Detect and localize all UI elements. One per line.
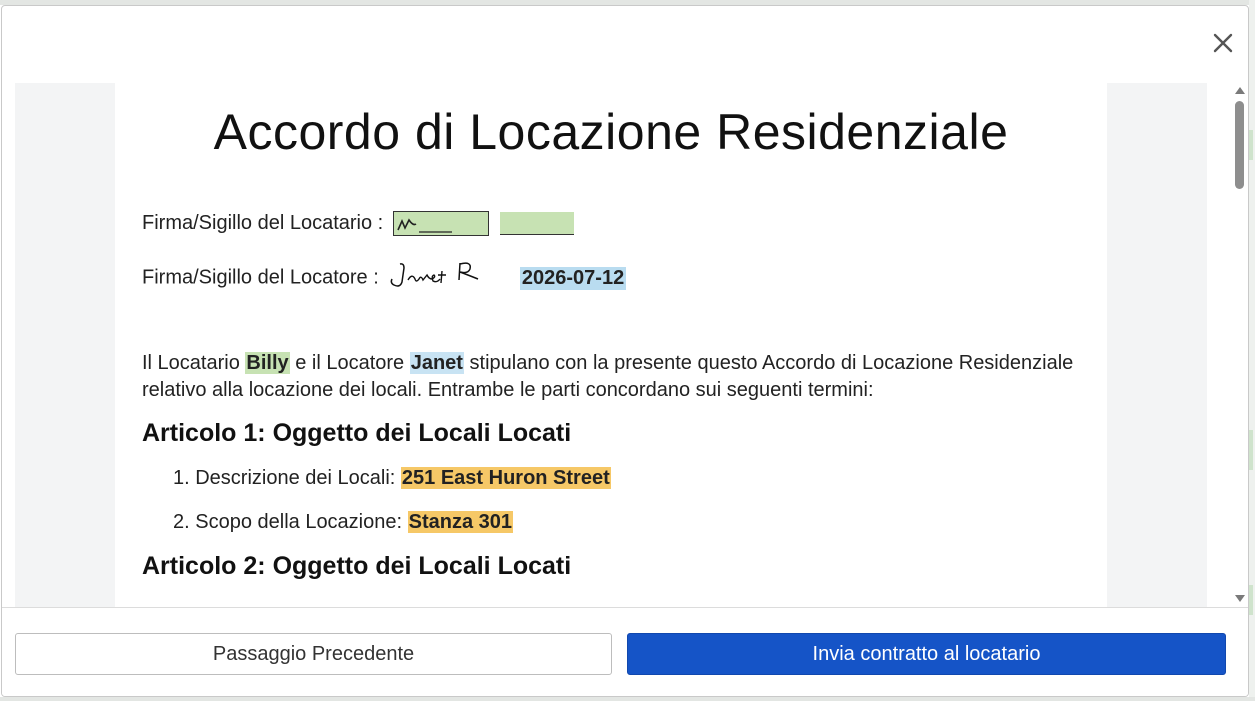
scrollbar-thumb[interactable]	[1235, 101, 1244, 189]
intro-text-1: Il Locatario	[142, 352, 246, 374]
modal-footer: Passaggio Precedente Invia contratto al …	[2, 607, 1248, 696]
scroll-up-arrow-icon[interactable]	[1234, 82, 1246, 100]
send-contract-button[interactable]: Invia contratto al locatario	[627, 633, 1226, 675]
list-item: 1. Descrizione dei Locali: 251 East Huro…	[173, 467, 611, 490]
background-app-bottom-edge	[0, 697, 1255, 701]
document-viewer[interactable]: Accordo di Locazione Residenziale Firma/…	[15, 83, 1207, 609]
lease-purpose-value: Stanza 301	[407, 511, 513, 533]
intro-text-2: e il Locatore	[289, 352, 410, 374]
background-mark	[1249, 585, 1253, 615]
background-app-right-edge	[1249, 0, 1255, 701]
premises-description-value: 251 East Huron Street	[400, 467, 611, 489]
close-icon	[1213, 33, 1233, 53]
landlord-signature-label: Firma/Sigillo del Locatore :	[142, 266, 379, 289]
landlord-handwritten-signature	[388, 258, 488, 298]
previous-step-button[interactable]: Passaggio Precedente	[15, 633, 612, 675]
premises-description-label: 1. Descrizione dei Locali:	[173, 467, 401, 489]
tenant-signature-label: Firma/Sigillo del Locatario :	[142, 211, 384, 234]
document-page: Accordo di Locazione Residenziale Firma/…	[115, 83, 1107, 609]
article-1-heading: Articolo 1: Oggetto dei Locali Locati	[142, 419, 572, 447]
tenant-name-highlight: Billy	[245, 352, 290, 374]
document-title: Accordo di Locazione Residenziale	[213, 104, 1009, 160]
landlord-name-highlight: Janet	[409, 352, 464, 374]
tenant-signature-mark	[397, 218, 452, 233]
article-2-heading: Articolo 2: Oggetto dei Locali Locati	[142, 552, 572, 580]
tenant-signature-row: Firma/Sigillo del Locatario :	[142, 211, 575, 236]
landlord-signature-date: 2026-07-12	[519, 266, 627, 290]
agreement-intro-paragraph: Il Locatario Billy e il Locatore Janet s…	[142, 350, 1092, 404]
lease-purpose-label: 2. Scopo della Locazione:	[173, 511, 408, 533]
close-button[interactable]	[1208, 28, 1238, 58]
landlord-signature-row: Firma/Sigillo del Locatore : 2026-07-12	[142, 258, 627, 298]
contract-preview-modal: Accordo di Locazione Residenziale Firma/…	[1, 5, 1249, 697]
background-mark	[1249, 130, 1253, 160]
background-mark	[1249, 430, 1253, 470]
tenant-signature-field[interactable]	[392, 211, 489, 236]
tenant-date-field[interactable]	[500, 212, 575, 235]
list-item: 2. Scopo della Locazione: Stanza 301	[173, 511, 513, 534]
